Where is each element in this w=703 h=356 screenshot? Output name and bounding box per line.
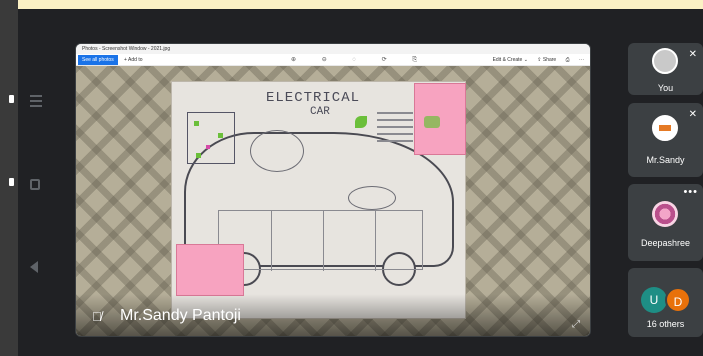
circuit-diagram [187,112,235,164]
edge-marker [9,95,14,103]
avatar [652,48,678,74]
speech-bubble [348,186,396,210]
see-all-photos-button[interactable]: See all photos [78,55,118,65]
avatar-initial: U [641,287,667,313]
participant-tile-you[interactable]: ✕ You [628,43,703,95]
viewer-toolbar: See all photos + Add to ⊕ ⊖ ◌ ⟳ ⎘ Edit &… [76,54,590,66]
viewer-title-bar: Photos - Screenshot Window - 2021.jpg [76,44,590,54]
participant-name: Deepashree [640,238,691,248]
share-button[interactable]: ⇪ Share [537,57,556,63]
viewer-right-tools: Edit & Create ⌄ ⇪ Share ⎙ ··· [485,55,584,65]
participant-name: Mr.Sandy [646,155,685,165]
mic-off-icon: ✕ [688,109,697,120]
avatar-initial: D [665,287,691,313]
meeting-window: Photos - Screenshot Window - 2021.jpg Se… [18,9,703,356]
info-table-drawing [218,210,423,271]
participant-tile-others[interactable]: U D 16 others [628,268,703,337]
more-options-icon[interactable]: ••• [683,186,698,198]
print-icon[interactable]: ⎙ [566,57,570,63]
participant-tile-mr-sandy[interactable]: ✕ Mr.Sandy [628,103,703,177]
edit-create-button[interactable]: Edit & Create ⌄ [493,57,528,63]
handwritten-notes [377,112,413,158]
sticker-drawing [424,116,440,128]
participant-tile-deepashree[interactable]: ••• Deepashree [628,184,703,261]
poster-heading: ELECTRICAL [266,90,361,106]
avatar [652,201,678,227]
expand-icon[interactable]: ⤢ [572,319,580,330]
presenter-name: Mr.Sandy Pantoji [120,307,241,324]
speech-bubble [250,130,304,172]
poster-heading-line2: CAR [310,106,330,118]
mic-off-icon: ✕ [688,49,697,60]
participant-count: 16 others [646,319,685,329]
left-edge-strip [0,0,18,356]
back-icon[interactable] [30,261,38,273]
edge-marker [9,178,14,186]
home-button-icon[interactable] [30,179,40,190]
mic-off-icon: 🎙̸ [92,309,102,324]
add-to-button[interactable]: + Add to [124,55,143,65]
sticky-note [414,83,466,155]
more-options-icon[interactable]: ··· [579,57,584,63]
sticky-note [176,244,244,296]
leaf-drawing [355,116,367,128]
avatar [652,115,678,141]
shared-screen-tile[interactable]: Photos - Screenshot Window - 2021.jpg Se… [75,43,591,337]
menu-icon[interactable] [30,95,42,110]
participant-name: You [657,83,674,93]
zoom-tools-icon[interactable]: ⊕ ⊖ ◌ ⟳ ⎘ [291,55,429,65]
